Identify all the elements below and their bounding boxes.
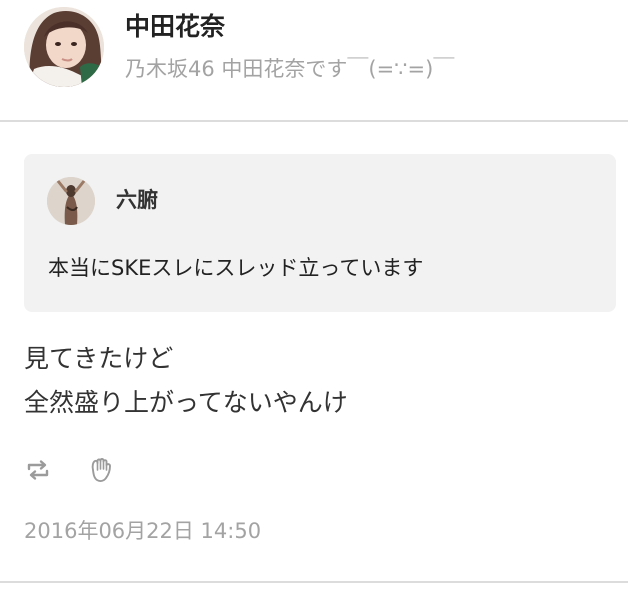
clap-icon	[91, 458, 111, 482]
quoted-author-avatar-image	[47, 177, 95, 225]
quoted-post-text: 本当にSKEスレにスレッド立っています	[48, 256, 424, 280]
post-body-line: 全然盛り上がってないやんけ	[24, 388, 348, 417]
author-avatar-image	[24, 7, 104, 87]
post-header: 中田花奈 乃木坂46 中田花奈です￣(=∵=)￣	[0, 0, 628, 120]
author-name[interactable]: 中田花奈	[125, 10, 225, 44]
author-avatar[interactable]	[24, 7, 104, 87]
post-timestamp[interactable]: 2016年06月22日 14:50	[24, 517, 261, 545]
quoted-author-name[interactable]: 六腑	[116, 186, 158, 214]
quoted-author-avatar[interactable]	[47, 177, 95, 225]
post-body-line: 見てきたけど	[24, 344, 174, 373]
quoted-post-card[interactable]: 六腑 本当にSKEスレにスレッド立っています	[24, 154, 616, 312]
header-divider	[0, 120, 628, 122]
author-profile-text: 乃木坂46 中田花奈です￣(=∵=)￣	[125, 57, 455, 81]
repost-button[interactable]	[24, 456, 52, 484]
footer-divider	[0, 581, 628, 583]
post-body: 見てきたけど 全然盛り上がってないやんけ	[24, 337, 604, 425]
post-actions	[24, 456, 144, 484]
repost-icon	[27, 460, 49, 480]
post: 中田花奈 乃木坂46 中田花奈です￣(=∵=)￣ 六腑 本当にSKEスレにスレッ…	[0, 0, 628, 600]
clap-button[interactable]	[87, 456, 115, 484]
